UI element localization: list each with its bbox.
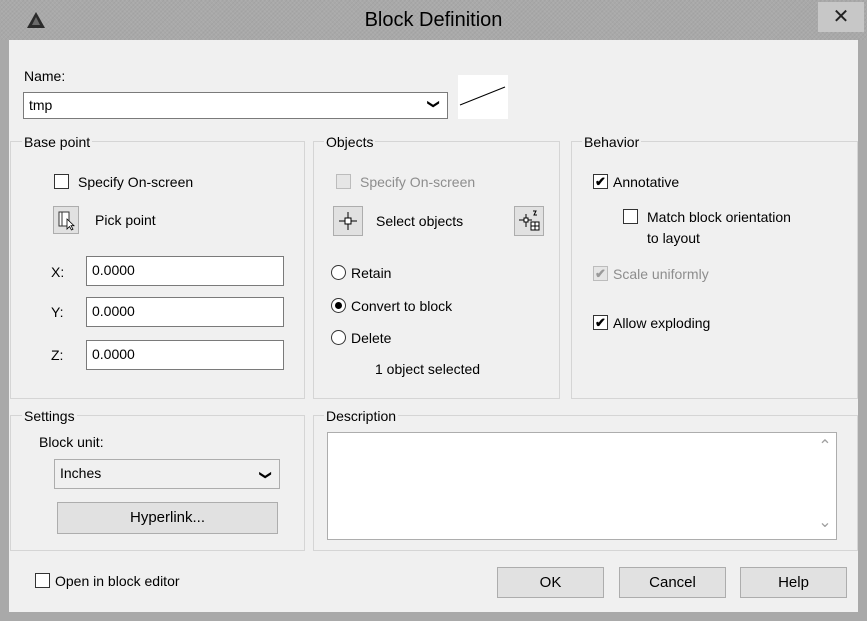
description-textarea[interactable] (327, 432, 837, 540)
convert-to-block-radio[interactable] (331, 298, 346, 313)
scale-uniformly-checkbox[interactable]: ✔ (593, 266, 608, 281)
open-in-editor-label: Open in block editor (55, 573, 180, 589)
settings-legend: Settings (22, 408, 77, 424)
chevron-down-icon: ❯ (258, 469, 273, 481)
check-icon: ✔ (595, 174, 606, 189)
select-objects-label: Select objects (376, 213, 464, 229)
open-in-editor-checkbox[interactable] (35, 573, 50, 588)
pick-point-icon (58, 211, 75, 231)
description-legend: Description (324, 408, 399, 424)
scale-uniformly-label: Scale uniformly (613, 266, 709, 282)
convert-to-block-label: Convert to block (351, 298, 453, 314)
block-unit-select[interactable]: Inches ❯ (54, 459, 280, 489)
check-icon: ✔ (595, 315, 606, 330)
match-orientation-label-line2: to layout (647, 230, 700, 246)
title-bar: Block Definition ✕ (0, 0, 867, 40)
x-input[interactable]: 0.0000 (86, 256, 284, 286)
name-label: Name: (24, 68, 66, 84)
quick-select-icon (519, 210, 540, 231)
retain-label: Retain (351, 265, 392, 281)
pick-point-label: Pick point (95, 212, 156, 228)
delete-radio[interactable] (331, 330, 346, 345)
base-specify-onscreen-label: Specify On-screen (78, 174, 194, 190)
y-input[interactable]: 0.0000 (86, 297, 284, 327)
preview-line-icon (459, 86, 506, 106)
match-orientation-label-line1: Match block orientation (647, 209, 791, 225)
selection-status: 1 object selected (375, 361, 481, 377)
base-specify-onscreen-checkbox[interactable] (54, 174, 69, 189)
y-label: Y: (51, 304, 64, 320)
block-unit-value: Inches (60, 465, 102, 481)
delete-label: Delete (351, 330, 392, 346)
ok-button[interactable]: OK (497, 567, 604, 598)
scroll-up-icon[interactable]: ⌃ (815, 436, 835, 456)
match-orientation-checkbox[interactable] (623, 209, 638, 224)
allow-exploding-label: Allow exploding (613, 315, 711, 331)
window-title: Block Definition (364, 9, 503, 31)
scroll-down-icon[interactable]: ⌄ (815, 512, 835, 532)
chevron-down-icon: ❯ (426, 98, 441, 110)
check-icon: ✔ (595, 266, 606, 281)
objects-specify-onscreen-checkbox[interactable] (336, 174, 351, 189)
close-button[interactable]: ✕ (818, 2, 864, 32)
objects-specify-onscreen-label: Specify On-screen (360, 174, 476, 190)
cancel-button[interactable]: Cancel (619, 567, 726, 598)
quick-select-button[interactable] (514, 206, 544, 236)
close-icon: ✕ (832, 6, 850, 28)
crosshair-icon (339, 212, 357, 230)
retain-radio[interactable] (331, 265, 346, 280)
select-objects-button[interactable] (333, 206, 363, 236)
hyperlink-button[interactable]: Hyperlink... (57, 502, 278, 534)
allow-exploding-checkbox[interactable]: ✔ (593, 315, 608, 330)
name-value: tmp (29, 97, 53, 113)
x-label: X: (51, 264, 65, 280)
objects-legend: Objects (324, 134, 376, 150)
name-combobox[interactable]: tmp ❯ (23, 92, 448, 119)
z-input[interactable]: 0.0000 (86, 340, 284, 370)
base-point-legend: Base point (22, 134, 93, 150)
radio-selected-dot (335, 302, 342, 309)
block-unit-label: Block unit: (39, 434, 104, 450)
behavior-legend: Behavior (582, 134, 642, 150)
z-label: Z: (51, 347, 64, 363)
annotative-label: Annotative (613, 174, 680, 190)
annotative-checkbox[interactable]: ✔ (593, 174, 608, 189)
help-button[interactable]: Help (740, 567, 847, 598)
pick-point-button[interactable] (53, 206, 79, 234)
dialog-body: Name: tmp ❯ Base point Specify On-screen… (9, 40, 858, 612)
block-preview (458, 75, 508, 119)
description-scrollbar[interactable]: ⌃ ⌄ (815, 434, 835, 538)
